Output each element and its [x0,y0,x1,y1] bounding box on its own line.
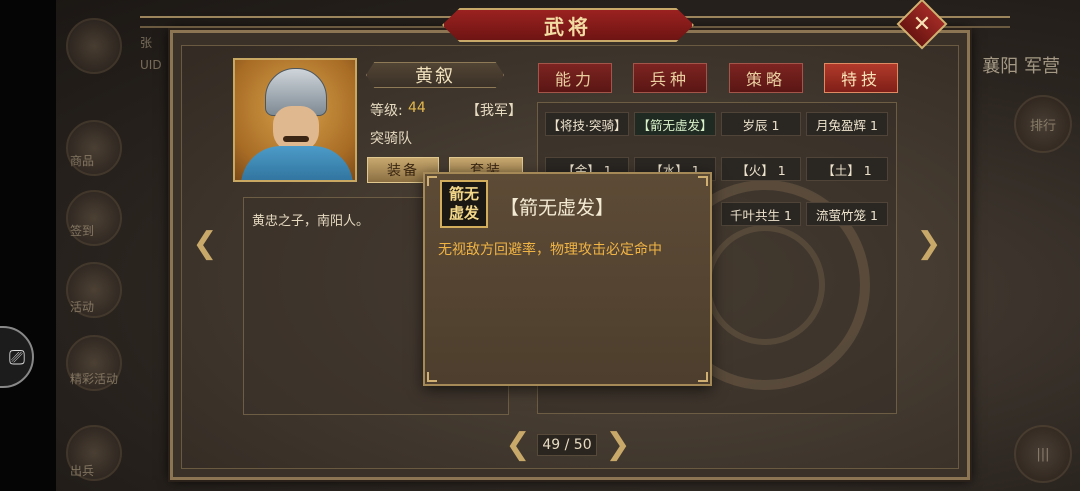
skill-chip[interactable]: 流萤竹笼 1 [806,202,888,226]
unit-type: 突骑队 [370,131,412,147]
tooltip-title: 【箭无虚发】 [500,197,615,219]
ranking-label: 排行 [1029,118,1056,134]
skill-chip[interactable]: 【土】 1 [806,157,888,181]
skill-icon: 箭无 虚发 [440,180,488,228]
general-bio: 黄忠之子，南阳人。 [252,214,370,229]
skill-chip[interactable]: 【将技·突骑】 [545,112,629,136]
menu-icon: ||| [1014,425,1072,483]
dragon-emblem-inner [705,225,825,345]
general-portrait [233,58,357,182]
skill-chip[interactable]: 千叶共生 1 [721,202,801,226]
skill-chip[interactable]: 月兔盈辉 1 [806,112,888,136]
ranking-icon: 排行 [1014,95,1072,153]
tooltip-corner [698,176,708,186]
page-prev-arrow-icon[interactable]: ❮ [505,427,531,462]
highlight-event-label: 精彩活动 [70,372,119,386]
tab-troops[interactable]: 兵种 [633,63,707,93]
skill-icon-line1: 箭无 [448,185,479,203]
page-indicator: 49 / 50 [537,434,597,456]
tab-strategy[interactable]: 策略 [729,63,803,93]
tooltip-corner [698,372,708,382]
march-label: 出兵 [70,464,95,478]
level-label: 等级: [370,103,403,119]
skill-chip[interactable]: 【火】 1 [721,157,801,181]
left-black-strip [0,0,56,491]
title-plate: 武将 [442,8,694,42]
event-label: 活动 [70,300,95,314]
skill-icon-line2: 虚发 [448,204,479,222]
scarf-shape [241,146,353,180]
tooltip-description: 无视敌方回避率，物理攻击必定命中 [438,242,662,258]
bg-location-label: 襄阳 军营 [982,56,1060,77]
avatar-button-bg [66,18,122,74]
shop-label: 商品 [70,154,95,168]
faction-label: 【我军】 [466,103,522,119]
skill-chip[interactable]: 【箭无虚发】 [634,112,716,136]
tab-special-skills[interactable]: 特技 [824,63,898,93]
page-next-arrow-icon[interactable]: ❯ [605,427,631,462]
tooltip-corner [427,372,437,382]
tooltip-corner [427,176,437,186]
general-name-plate: 黄叙 [366,62,504,88]
mustache-shape [283,136,309,142]
skill-icon-text: 箭无 虚发 [449,185,479,223]
tab-ability[interactable]: 能力 [538,63,612,93]
general-name: 黄叙 [415,66,455,87]
close-icon[interactable]: ✕ [904,6,940,42]
skill-chip[interactable]: 岁辰 1 [721,112,801,136]
next-general-arrow-icon[interactable]: ❯ [916,226,942,261]
modal-title: 武将 [544,14,592,39]
level-value: 44 [408,100,426,116]
prev-general-arrow-icon[interactable]: ❮ [192,226,218,261]
checkin-label: 签到 [70,224,95,238]
